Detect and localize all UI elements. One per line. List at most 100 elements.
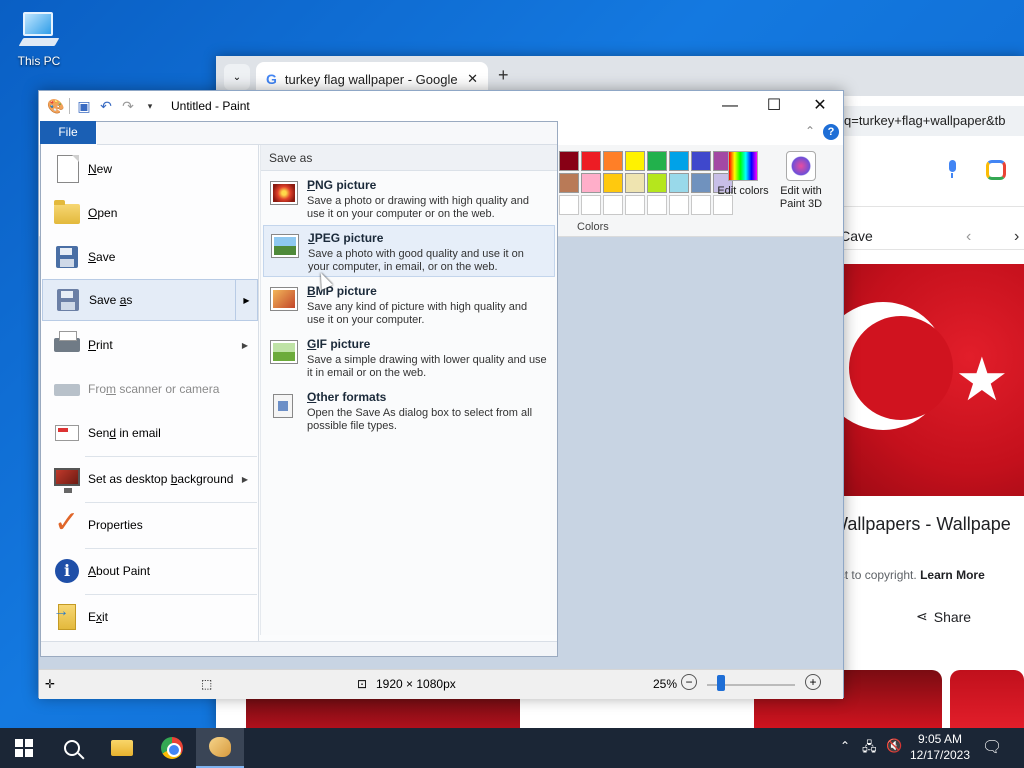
turkey-flag-image[interactable]: ★	[843, 264, 1024, 496]
open-folder-icon	[52, 198, 82, 228]
menu-item-new[interactable]: New	[42, 147, 258, 191]
clock-time: 9:05 AM	[917, 732, 963, 746]
maximize-button[interactable]: ☐	[751, 91, 797, 121]
color-swatch[interactable]	[669, 151, 689, 171]
color-swatch[interactable]	[625, 151, 645, 171]
taskbar-paint[interactable]	[196, 728, 244, 768]
google-lens-icon[interactable]	[986, 160, 1006, 180]
search-button[interactable]	[48, 728, 96, 768]
notifications-icon[interactable]: 🗨	[982, 737, 1002, 768]
new-tab-button[interactable]: +	[498, 65, 509, 86]
search-icon	[64, 740, 80, 756]
menu-item-print[interactable]: Print ▶	[42, 323, 258, 367]
color-swatch[interactable]	[603, 195, 623, 215]
menu-item-open[interactable]: Open	[42, 191, 258, 235]
color-swatch[interactable]	[669, 195, 689, 215]
taskbar-file-explorer[interactable]	[98, 728, 146, 768]
save-as-png[interactable]: PNG picture Save a photo or drawing with…	[263, 173, 555, 225]
color-swatch[interactable]	[625, 195, 645, 215]
taskbar-chrome[interactable]	[148, 728, 196, 768]
menu-item-desktop-background[interactable]: Set as desktop background ▶	[42, 457, 258, 501]
save-disk-icon	[52, 242, 82, 272]
collapse-ribbon-icon[interactable]: ⌃	[805, 124, 815, 138]
color-swatch[interactable]	[603, 173, 623, 193]
paint3d-icon	[786, 151, 816, 181]
colors-group-label: Colors	[577, 221, 609, 233]
learn-more-link[interactable]: Learn More	[920, 568, 985, 582]
color-swatch[interactable]	[691, 195, 711, 215]
menu-item-label: Set as desktop background	[88, 472, 234, 486]
tab-close-button[interactable]: ✕	[467, 71, 478, 87]
properties-check-icon: ✓	[54, 506, 80, 539]
menu-item-save[interactable]: Save	[42, 235, 258, 279]
next-arrow-icon[interactable]: ›	[1014, 228, 1019, 246]
close-button[interactable]: ✕	[797, 91, 843, 121]
exit-icon	[52, 602, 82, 632]
file-menu-footer	[41, 641, 557, 656]
save-as-bmp[interactable]: BMP picture Save any kind of picture wit…	[263, 279, 555, 331]
color-swatch[interactable]	[691, 173, 711, 193]
menu-item-exit[interactable]: Exit	[42, 595, 258, 639]
menu-item-save-as[interactable]: Save as ▶	[42, 279, 258, 321]
color-swatch[interactable]	[581, 173, 601, 193]
color-swatch[interactable]	[647, 195, 667, 215]
option-description: Save a simple drawing with lower quality…	[307, 354, 547, 379]
zoom-in-button[interactable]: +	[805, 674, 821, 690]
color-swatch[interactable]	[625, 173, 645, 193]
file-menu: New Open Save Save as ▶ Print ▶ From sca…	[40, 121, 558, 657]
save-as-gif[interactable]: GIF picture Save a simple drawing with l…	[263, 332, 555, 384]
address-bar[interactable]: q=turkey+flag+wallpaper&tb	[816, 106, 1024, 136]
volume-muted-icon[interactable]: 🔇	[886, 738, 902, 768]
edit-with-paint3d-button[interactable]: Edit with Paint 3D	[771, 151, 831, 211]
zoom-slider-thumb[interactable]	[717, 675, 725, 691]
start-button[interactable]	[0, 728, 48, 768]
help-icon[interactable]: ?	[823, 124, 839, 140]
system-clock[interactable]: 9:05 AM 12/17/2023	[908, 731, 972, 763]
desktop-icon-label: This PC	[17, 54, 61, 68]
redo-icon[interactable]: ↷	[120, 98, 136, 114]
color-swatch[interactable]	[669, 173, 689, 193]
color-swatch[interactable]	[559, 151, 579, 171]
microphone-icon[interactable]	[946, 160, 958, 180]
network-icon[interactable]: 🖧	[862, 738, 877, 768]
color-swatch[interactable]	[603, 151, 623, 171]
previous-arrow-icon[interactable]: ‹	[966, 228, 971, 246]
paint-app-icon[interactable]: 🎨	[47, 98, 64, 114]
result-title[interactable]: g Wallpapers - Wallpape	[816, 514, 1011, 535]
color-swatch[interactable]	[647, 151, 667, 171]
menu-item-from-scanner: From scanner or camera	[42, 367, 258, 411]
customize-toolbar-icon[interactable]: ▾	[142, 98, 158, 114]
image-size-icon: ⊡	[357, 677, 368, 691]
title-bar: 🎨 ▣ ↶ ↷ ▾ Untitled - Paint — ☐ ✕	[39, 91, 843, 121]
menu-item-label: Exit	[88, 610, 109, 624]
undo-icon[interactable]: ↶	[98, 98, 114, 114]
menu-item-send-email[interactable]: Send in email	[42, 411, 258, 455]
submenu-arrow-icon[interactable]: ▶	[235, 280, 257, 320]
color-swatch[interactable]	[581, 195, 601, 215]
email-icon	[52, 418, 82, 448]
minimize-button[interactable]: —	[707, 91, 753, 121]
desktop-icon-this-pc[interactable]: This PC	[12, 8, 66, 68]
edit-colors-button[interactable]: Edit colors	[713, 151, 773, 198]
menu-item-about-paint[interactable]: i About Paint	[42, 549, 258, 593]
save-as-other-formats[interactable]: Other formats Open the Save As dialog bo…	[263, 385, 555, 437]
thumbnail-image[interactable]	[950, 670, 1024, 728]
file-tab[interactable]: File	[40, 121, 96, 144]
new-document-icon	[52, 154, 82, 184]
color-swatch[interactable]	[559, 195, 579, 215]
show-hidden-icons-icon[interactable]: ⌃	[840, 739, 850, 768]
color-swatch[interactable]	[647, 173, 667, 193]
image-dimensions: 1920 × 1080px	[376, 677, 456, 691]
color-swatch[interactable]	[691, 151, 711, 171]
selection-size-icon: ⬚	[201, 677, 213, 691]
menu-item-properties[interactable]: ✓ Properties	[42, 503, 258, 547]
color-swatch[interactable]	[559, 173, 579, 193]
save-as-jpeg[interactable]: JPEG picture Save a photo with good qual…	[263, 225, 555, 277]
color-spectrum-icon	[728, 151, 758, 181]
color-swatch[interactable]	[581, 151, 601, 171]
save-icon[interactable]: ▣	[76, 98, 92, 114]
zoom-out-button[interactable]: −	[681, 674, 697, 690]
tab-search-button[interactable]: ⌄	[224, 64, 250, 90]
share-button[interactable]: ⋖ Share	[916, 608, 971, 625]
color-swatch[interactable]	[713, 195, 733, 215]
